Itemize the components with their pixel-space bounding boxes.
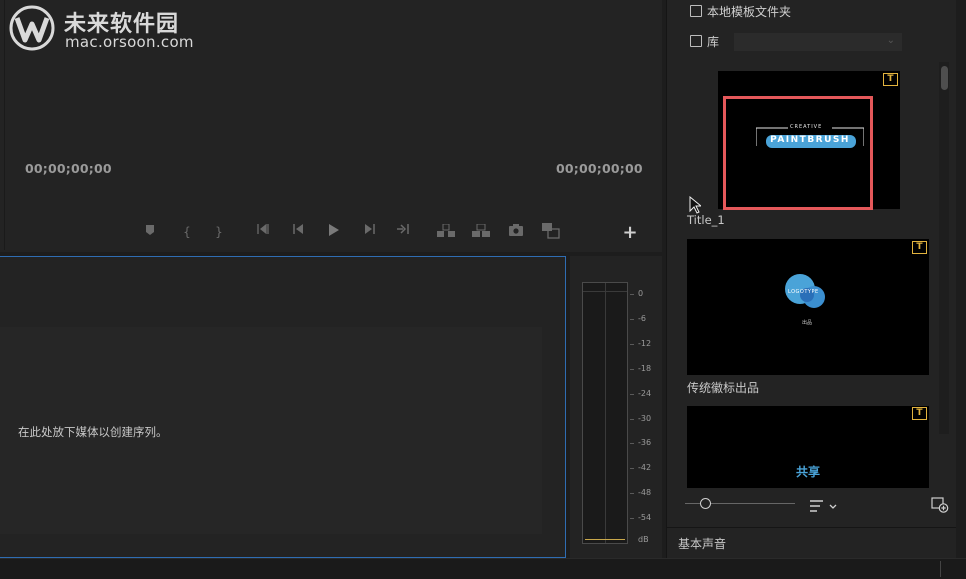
db-tick	[630, 294, 634, 295]
step-forward-icon	[365, 224, 375, 234]
add-marker-button[interactable]	[141, 224, 159, 240]
db-tick	[630, 493, 634, 494]
orsoon-logo-icon	[8, 4, 56, 52]
meter-channel-divider	[605, 283, 606, 543]
db-scale-label: -54	[638, 513, 652, 522]
db-scale-label: -42	[638, 463, 652, 472]
status-bar	[0, 558, 966, 579]
timeline-drop-hint: 在此处放下媒体以创建序列。	[18, 425, 168, 439]
db-tick	[630, 394, 634, 395]
go-to-out-icon	[397, 224, 409, 234]
marker-icon	[146, 225, 154, 235]
template-highlight-box	[723, 96, 873, 210]
essential-sound-label: 基本声音	[678, 537, 727, 551]
db-tick	[630, 443, 634, 444]
text-template-badge-icon: T	[883, 73, 898, 86]
template-name: Title_1	[687, 213, 725, 227]
mark-out-button[interactable]: }	[210, 224, 228, 240]
db-scale-label: -12	[638, 339, 652, 348]
db-tick	[630, 369, 634, 370]
db-scale-label: -36	[638, 438, 652, 447]
watermark-url: mac.orsoon.com	[65, 33, 194, 51]
timecode-current[interactable]: 00;00;00;00	[25, 161, 112, 176]
essential-sound-tab[interactable]: 基本声音	[667, 527, 957, 556]
audio-meter-panel: 0 -6 -12 -18 -24 -30 -36 -42 -48 -54 dB	[570, 256, 662, 558]
db-tick	[630, 419, 634, 420]
step-forward-button[interactable]	[360, 224, 378, 240]
db-scale-label: 0	[638, 289, 644, 298]
mark-in-button[interactable]: {	[178, 224, 196, 240]
template-name: 传统徽标出品	[687, 381, 760, 395]
mark-out-icon: }	[215, 225, 223, 239]
mark-in-icon: {	[183, 225, 191, 239]
go-to-out-button[interactable]	[394, 224, 412, 240]
db-tick	[630, 518, 634, 519]
library-checkbox[interactable]	[690, 35, 702, 47]
timeline-panel[interactable]: 在此处放下媒体以创建序列。	[0, 256, 566, 558]
audio-meter	[582, 282, 628, 544]
comparison-view-icon	[542, 223, 560, 239]
extract-button[interactable]	[472, 224, 490, 240]
meter-level	[585, 539, 625, 540]
browse-toolbar	[667, 490, 957, 526]
db-tick	[630, 468, 634, 469]
export-frame-button[interactable]	[507, 224, 525, 240]
extract-icon	[472, 224, 490, 237]
new-item-icon	[931, 497, 949, 513]
panel-scrollbar[interactable]	[956, 0, 966, 558]
essential-graphics-panel: 本地模板文件夹 库 ⌄ T CREATIVE PAINTBRUSH Title_…	[666, 0, 957, 558]
db-scale-label: -48	[638, 488, 652, 497]
comparison-view-button[interactable]	[542, 223, 560, 239]
db-scale-label: -6	[638, 314, 646, 323]
lift-icon	[437, 224, 455, 237]
local-templates-label: 本地模板文件夹	[707, 5, 792, 19]
template-thumbnail[interactable]: T LOGOTYPE 出品	[687, 239, 929, 375]
button-editor-plus-button[interactable]: +	[621, 224, 639, 243]
template-art-text: 共享	[795, 465, 820, 479]
sort-menu-button[interactable]	[809, 498, 839, 512]
lift-button[interactable]	[437, 224, 455, 240]
step-back-button[interactable]	[290, 224, 308, 240]
local-templates-checkbox[interactable]	[690, 5, 702, 17]
watermark: 未来软件园 mac.orsoon.com	[8, 4, 218, 52]
templates-scrollbar-thumb[interactable]	[941, 66, 948, 90]
go-to-in-icon	[257, 224, 269, 234]
db-scale-label: -30	[638, 414, 652, 423]
templates-scrollbar[interactable]	[939, 62, 949, 434]
text-template-badge-icon: T	[912, 241, 927, 254]
db-scale-label: -24	[638, 389, 652, 398]
db-scale-label: -18	[638, 364, 652, 373]
db-tick	[630, 319, 634, 320]
timecode-duration: 00;00;00;00	[556, 161, 643, 176]
db-unit-label: dB	[638, 535, 649, 544]
db-tick	[630, 344, 634, 345]
template-art-small: LOGOTYPE	[788, 289, 819, 295]
library-select[interactable]: ⌄	[734, 33, 902, 51]
step-back-icon	[293, 224, 303, 234]
status-bar-divider	[940, 561, 941, 577]
template-art-sub: 出品	[802, 320, 813, 326]
go-to-in-button[interactable]	[255, 224, 273, 240]
new-item-button[interactable]	[931, 497, 949, 513]
play-icon	[329, 224, 339, 236]
sort-list-icon	[810, 500, 837, 512]
camera-icon	[509, 224, 523, 236]
play-button[interactable]	[325, 224, 343, 240]
library-label: 库	[707, 35, 720, 49]
thumbnail-size-slider-knob[interactable]	[700, 498, 711, 509]
mouse-cursor-icon	[689, 196, 701, 214]
chevron-down-icon: ⌄	[886, 35, 895, 46]
template-thumbnail[interactable]: T 共享	[687, 406, 929, 488]
text-template-badge-icon: T	[912, 407, 927, 420]
